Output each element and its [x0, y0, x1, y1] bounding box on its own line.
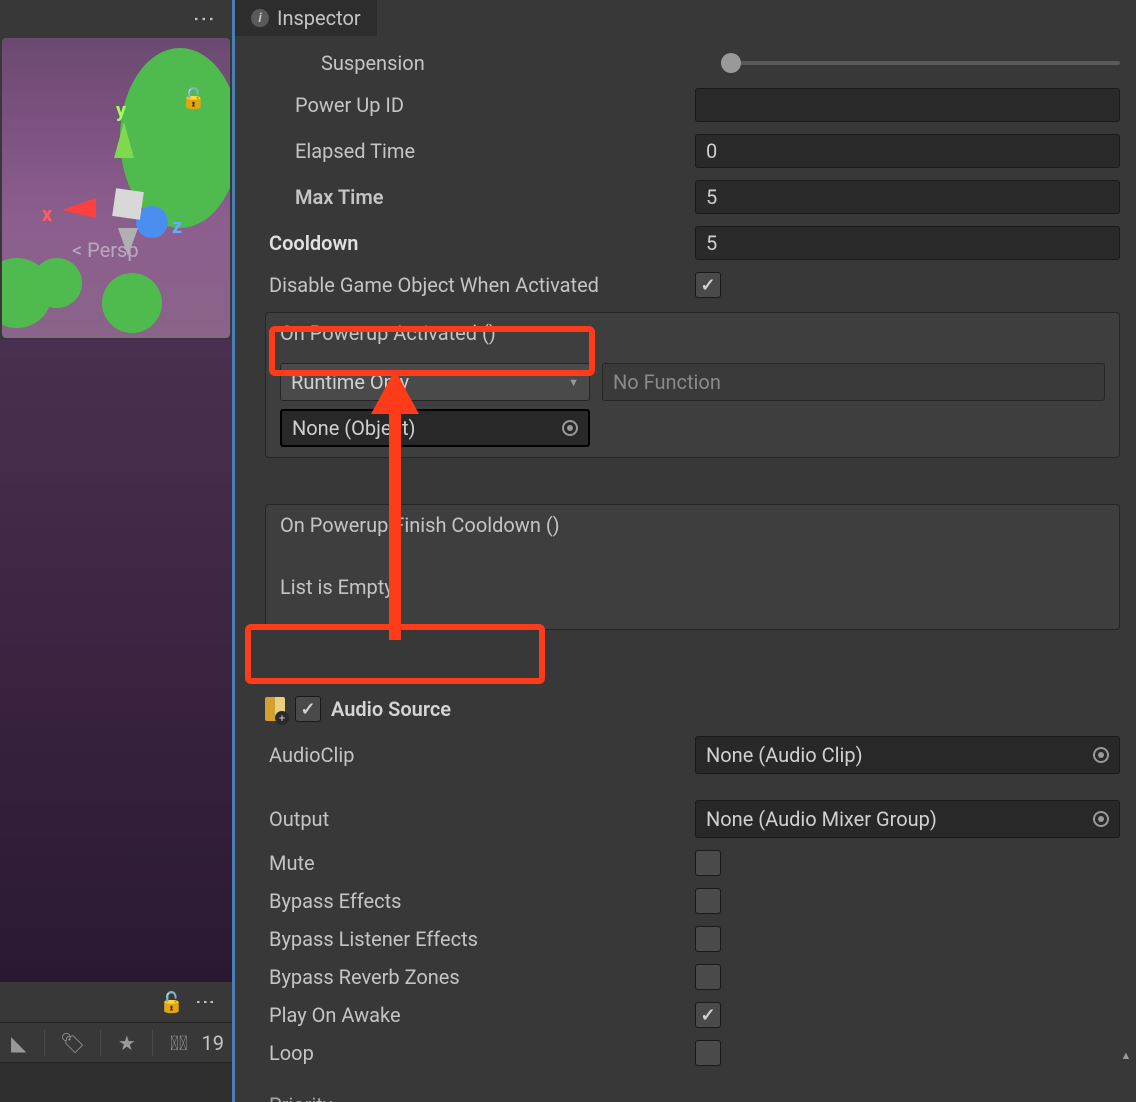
scroll-up-icon[interactable]: ▲ [1121, 1049, 1132, 1062]
prop-bypass-effects: Bypass Effects [235, 882, 1136, 920]
label: Suspension [321, 51, 721, 75]
label: Max Time [295, 185, 695, 209]
prop-cooldown: Cooldown [235, 220, 1136, 266]
runtime-label: Runtime Only [291, 370, 409, 394]
loop-checkbox[interactable] [695, 1040, 721, 1066]
label: Elapsed Time [295, 139, 695, 163]
scene-viewport[interactable]: 🔓 y x z < Persp [2, 38, 230, 338]
bypass-effects-checkbox[interactable] [695, 888, 721, 914]
prop-disable-gameobject: Disable Game Object When Activated [235, 266, 1136, 304]
prop-max-time: Max Time [235, 174, 1136, 220]
event-header: On Powerup Activated () [266, 313, 1119, 353]
axis-x-label: x [42, 202, 52, 226]
lock-icon[interactable]: 🔓 [159, 990, 184, 1014]
object-picker-icon[interactable] [562, 420, 578, 436]
prop-priority: Priority [235, 1086, 1136, 1102]
bypass-listener-checkbox[interactable] [695, 926, 721, 952]
axis-z-label: z [172, 214, 182, 238]
label: Bypass Reverb Zones [269, 965, 695, 989]
object-picker-icon[interactable] [1093, 811, 1109, 827]
axis-y-label: y [116, 98, 126, 122]
chevron-down-icon: ▼ [568, 376, 579, 389]
prop-elapsed-time: Elapsed Time [235, 128, 1136, 174]
tag-icon[interactable]: 🏷 [60, 1028, 85, 1058]
kebab-icon[interactable]: ⋮ [191, 8, 216, 28]
label: Mute [269, 851, 695, 875]
label: Play On Awake [269, 1003, 695, 1027]
powerup-id-input[interactable] [695, 88, 1120, 122]
label: Loop [269, 1041, 695, 1065]
inspector-body: Suspension Power Up ID Elapsed Time Max … [235, 36, 1136, 1102]
label: AudioClip [269, 743, 695, 767]
prop-mute: Mute [235, 844, 1136, 882]
object-label: None (Object) [292, 416, 416, 440]
event-header: On Powerup Finish Cooldown () [266, 505, 1119, 545]
scene-panel: ⋮ 🔓 y x z < Persp 🔓 ⋮ ◣ 🏷 ★ [0, 0, 232, 1102]
prop-bypass-listener: Bypass Listener Effects [235, 920, 1136, 958]
prop-loop: Loop [235, 1034, 1136, 1072]
viewport-below [0, 340, 232, 982]
label: Bypass Listener Effects [269, 927, 695, 951]
prop-output: Output None (Audio Mixer Group) [235, 794, 1136, 844]
empty-list-label: List is Empty [280, 555, 1105, 619]
hidden-count: 19 [202, 1031, 224, 1055]
info-icon: i [251, 9, 269, 27]
star-icon[interactable]: ★ [116, 1028, 137, 1058]
output-field[interactable]: None (Audio Mixer Group) [695, 800, 1120, 838]
label: Power Up ID [295, 93, 695, 117]
inspector-panel: i Inspector Suspension Power Up ID Elaps… [232, 0, 1136, 1102]
bypass-reverb-checkbox[interactable] [695, 964, 721, 990]
tab-label: Inspector [277, 6, 361, 30]
prop-play-on-awake: Play On Awake [235, 996, 1136, 1034]
scene-options: ⋮ [0, 0, 232, 36]
label: Cooldown [269, 231, 695, 255]
object-field[interactable]: None (Object) [280, 409, 590, 447]
runtime-dropdown[interactable]: Runtime Only ▼ [280, 363, 590, 401]
audio-source-enabled-checkbox[interactable] [295, 696, 321, 722]
label: Output [269, 807, 695, 831]
object-picker-icon[interactable] [1093, 747, 1109, 763]
output-value: None (Audio Mixer Group) [706, 807, 937, 831]
panel-header-strip: 🔓 ⋮ [0, 982, 232, 1022]
scrollbar[interactable]: ▲ [1118, 1012, 1134, 1062]
component-audio-source-header[interactable]: Audio Source [235, 688, 1136, 730]
prefab-icon[interactable]: ◣ [8, 1028, 29, 1058]
prop-bypass-reverb: Bypass Reverb Zones [235, 958, 1136, 996]
label: Priority [269, 1093, 695, 1102]
label: Bypass Effects [269, 889, 695, 913]
projection-label[interactable]: < Persp [72, 238, 139, 262]
disable-gameobject-checkbox[interactable] [695, 272, 721, 298]
event-on-powerup-finish-cooldown: On Powerup Finish Cooldown () List is Em… [265, 504, 1120, 630]
component-title: Audio Source [331, 697, 451, 721]
play-on-awake-checkbox[interactable] [695, 1002, 721, 1028]
label: Disable Game Object When Activated [269, 273, 695, 297]
mute-checkbox[interactable] [695, 850, 721, 876]
inspector-tabbar: i Inspector [235, 0, 1136, 36]
visibility-icon[interactable]: 👁̸ [168, 1028, 189, 1058]
tab-inspector[interactable]: i Inspector [235, 0, 377, 36]
elapsed-time-input[interactable] [695, 134, 1120, 168]
kebab-icon[interactable]: ⋮ [194, 992, 218, 1012]
hierarchy-toolbar: ◣ 🏷 ★ 👁̸ 19 [0, 1022, 232, 1062]
audio-source-icon [265, 697, 285, 721]
function-label: No Function [613, 370, 721, 394]
audioclip-value: None (Audio Clip) [706, 743, 863, 767]
suspension-slider[interactable] [721, 61, 1120, 65]
cooldown-input[interactable] [695, 226, 1120, 260]
event-on-powerup-activated: On Powerup Activated () Runtime Only ▼ N… [265, 312, 1120, 458]
audioclip-field[interactable]: None (Audio Clip) [695, 736, 1120, 774]
prop-suspension: Suspension [235, 44, 1136, 82]
prop-audioclip: AudioClip None (Audio Clip) [235, 730, 1136, 780]
prop-powerup-id: Power Up ID [235, 82, 1136, 128]
max-time-input[interactable] [695, 180, 1120, 214]
function-dropdown[interactable]: No Function [602, 363, 1105, 401]
